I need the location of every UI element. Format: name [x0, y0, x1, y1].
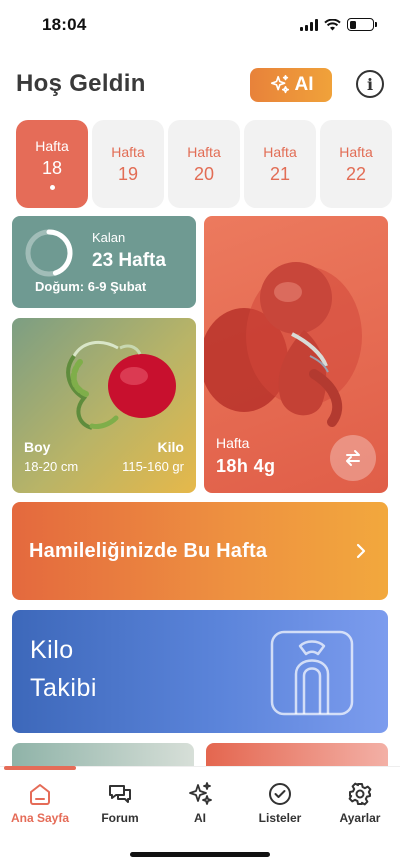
week-number: 20: [193, 163, 215, 184]
length-label: Boy: [24, 439, 51, 455]
active-week-dot: [49, 185, 55, 190]
swap-icon[interactable]: [330, 435, 376, 481]
size-values: 18-20 cm 115-160 gr: [24, 459, 184, 474]
tab-lists[interactable]: Listeler: [240, 781, 320, 825]
this-week-title: Hamileliğinizde Bu Hafta: [29, 540, 268, 562]
ai-button[interactable]: AI: [250, 68, 332, 102]
week-tab-21[interactable]: Hafta 21: [244, 120, 316, 208]
sparkle-icon: [270, 75, 289, 94]
gear-icon: [348, 782, 372, 806]
week-label: Hafta: [263, 143, 297, 160]
this-week-card[interactable]: Hamileliğinizde Bu Hafta: [12, 502, 388, 600]
tab-forum[interactable]: Forum: [80, 781, 160, 825]
sparkle-icon: [189, 782, 212, 805]
tab-label: Ayarlar: [339, 811, 381, 825]
remaining-value: 23 Hafta: [92, 250, 166, 271]
weight-tracking-card[interactable]: Kilo Takibi: [12, 610, 388, 733]
week-selector: Hafta 18 Hafta 19 Hafta 20 Hafta 21 Haft…: [16, 120, 400, 208]
header: Hoş Geldin AI i: [16, 66, 384, 106]
page-title: Hoş Geldin: [16, 70, 146, 97]
tab-settings[interactable]: Ayarlar: [320, 781, 400, 825]
radish-image: [66, 340, 176, 430]
weight-card-title-line1: Kilo: [30, 636, 74, 664]
baby-week-value: 18h 4g: [216, 456, 276, 476]
weight-card-title-line2: Takibi: [30, 674, 97, 702]
week-number: 18: [41, 158, 63, 178]
active-tab-indicator: [4, 766, 76, 770]
baby-size-card[interactable]: Boy Kilo 18-20 cm 115-160 gr: [12, 318, 196, 493]
wifi-icon: [324, 18, 341, 30]
remaining-label: Kalan: [92, 230, 126, 245]
week-label: Hafta: [339, 143, 373, 160]
tab-bar: Ana Sayfa Forum AI Listeler Ayarlar: [0, 766, 400, 865]
fetus-image: [204, 262, 362, 427]
info-icon[interactable]: i: [356, 70, 384, 98]
check-circle-icon: [269, 783, 291, 805]
week-number: 21: [269, 163, 291, 184]
size-labels: Boy Kilo: [24, 439, 184, 455]
tab-ai[interactable]: AI: [160, 781, 240, 825]
tab-label: AI: [194, 811, 206, 825]
week-number: 19: [117, 163, 139, 184]
status-time: 18:04: [42, 15, 87, 34]
weight-value: 115-160 gr: [122, 459, 184, 474]
home-icon: [30, 784, 50, 805]
chat-icon: [109, 785, 131, 803]
battery-icon: [347, 18, 377, 31]
week-tab-18[interactable]: Hafta 18: [16, 120, 88, 208]
weight-label: Kilo: [157, 439, 184, 455]
ai-button-label: AI: [294, 74, 314, 95]
baby-development-card[interactable]: Hafta 18h 4g: [204, 216, 388, 493]
week-tab-22[interactable]: Hafta 22: [320, 120, 392, 208]
baby-week-label: Hafta: [216, 435, 250, 451]
due-date: Doğum: 6-9 Şubat: [35, 279, 147, 294]
scale-icon: [270, 630, 354, 716]
week-tab-19[interactable]: Hafta 19: [92, 120, 164, 208]
tab-home[interactable]: Ana Sayfa: [0, 781, 80, 825]
progress-ring: [25, 229, 73, 277]
signal-icon: [300, 18, 318, 31]
tab-label: Listeler: [258, 811, 302, 825]
remaining-card[interactable]: Kalan 23 Hafta Doğum: 6-9 Şubat: [12, 216, 196, 308]
status-bar: 18:04: [0, 0, 400, 52]
chevron-right-icon: [356, 543, 366, 559]
week-label: Hafta: [111, 143, 145, 160]
tab-label: Ana Sayfa: [10, 811, 70, 825]
week-number: 22: [345, 163, 367, 184]
week-label: Hafta: [187, 143, 221, 160]
length-value: 18-20 cm: [24, 459, 79, 474]
home-indicator: [130, 852, 270, 857]
tab-label: Forum: [101, 811, 139, 825]
status-icons: [300, 18, 377, 31]
week-tab-20[interactable]: Hafta 20: [168, 120, 240, 208]
week-label: Hafta: [35, 138, 69, 154]
